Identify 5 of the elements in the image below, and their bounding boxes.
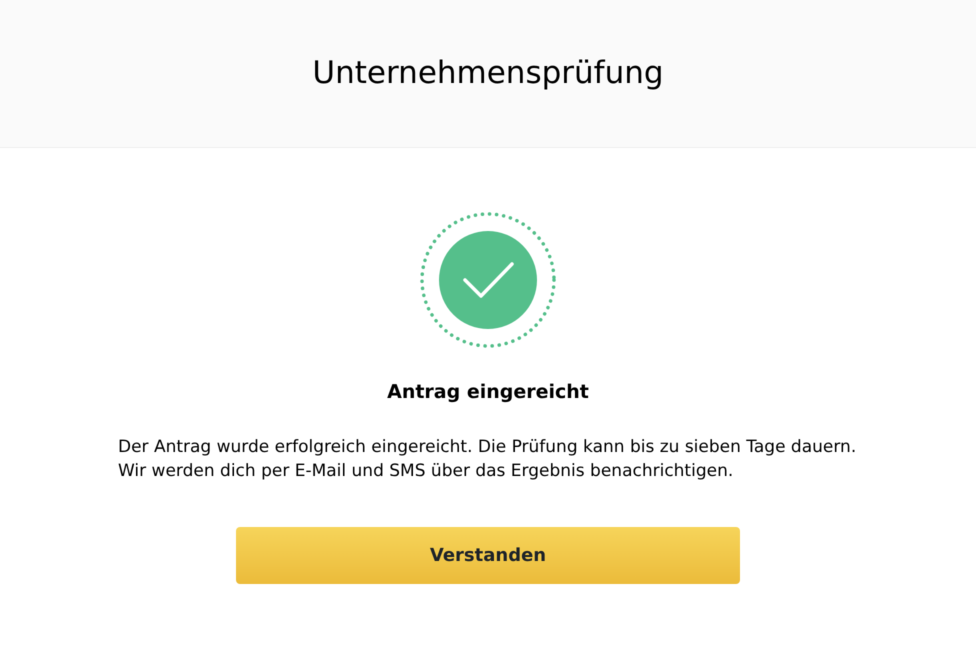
confirm-button[interactable]: Verstanden <box>236 526 740 584</box>
status-heading: Antrag eingereicht <box>387 380 589 405</box>
success-check-icon <box>420 212 556 348</box>
status-message: Der Antrag wurde erfolgreich eingereicht. Die Prüfung kann bis zu sieben Tage dauern. Wir werden dich per E-Mail und SMS über das Ergebnis benachrichtigen. <box>118 436 858 482</box>
page-title: Unternehmensprüfung <box>312 54 664 92</box>
